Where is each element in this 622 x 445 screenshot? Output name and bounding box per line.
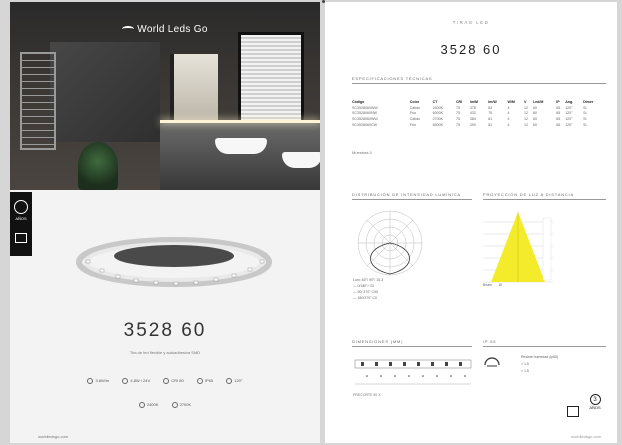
screen-badge-icon bbox=[567, 406, 579, 417]
light-projection-diagram bbox=[483, 212, 553, 283]
table-cell: 60 bbox=[532, 122, 537, 127]
brand-name: World Leds Go bbox=[137, 24, 208, 35]
ip-note: Resiste humedad (ip65) bbox=[521, 355, 559, 359]
side-badges: AÑOS bbox=[10, 192, 32, 256]
cri-icon bbox=[163, 378, 170, 384]
voltage-spec-label: 4,8W / 24V bbox=[130, 378, 151, 384]
angle-spec: 120° bbox=[226, 378, 243, 384]
screen-badge-icon bbox=[15, 233, 27, 243]
beam-label: Beam bbox=[483, 283, 493, 287]
power-icon bbox=[87, 378, 94, 384]
ip-spec: IP65 bbox=[196, 378, 214, 384]
spec-icons-row-1: 3.8W/m 4,8W / 24V CRI 80 IP65 120° bbox=[10, 378, 320, 384]
warranty-label: AÑOS bbox=[589, 405, 601, 410]
temp-spec-1: 2400K bbox=[138, 402, 159, 408]
cri-spec-label: CRI 80 bbox=[171, 378, 184, 384]
table-cell: 65 bbox=[556, 122, 561, 127]
led-glow bbox=[160, 120, 320, 123]
table-cell: SC3528060CW bbox=[352, 122, 377, 127]
cri-spec: CRI 80 bbox=[163, 378, 184, 384]
category-label: TIRAS LED bbox=[452, 20, 490, 25]
table-cell: 6500K bbox=[432, 122, 444, 127]
dimensions-heading: DIMENSIONES (MM) bbox=[352, 339, 472, 347]
power-spec: 3.8W/m bbox=[87, 378, 109, 384]
spec-icons-row-2: 2400K 2700K bbox=[10, 402, 320, 408]
right-page: TIRAS LED 3528 60 ESPECIFICACIONES TÉCNI… bbox=[325, 2, 617, 443]
table-cell: 4 bbox=[507, 122, 510, 127]
right-footer: worldledsgo.com bbox=[570, 434, 601, 439]
table-cell: 120° bbox=[565, 122, 573, 127]
window-blind bbox=[238, 32, 304, 126]
polar-legend: Lum: 60°/ 90°/ 15.3 — 0/180°/ C0 — 90/ 2… bbox=[353, 277, 383, 301]
product-title: 3528 60 bbox=[123, 320, 207, 341]
basin-left bbox=[215, 138, 267, 154]
thermometer-icon bbox=[171, 402, 178, 408]
projection-footer: Beam Ø bbox=[483, 283, 553, 287]
wall-panel bbox=[50, 42, 160, 142]
table-cell: 390 bbox=[469, 122, 476, 127]
ip-note: > 1.5 bbox=[521, 362, 529, 366]
temp-spec-2: 2700K bbox=[171, 402, 192, 408]
specs-table: Código Color CT CRI lm/M lm/W W/M V Led/… bbox=[352, 99, 606, 127]
distribution-heading: DISTRIBUCIÓN DE INTENSIDAD LUMÍNICA bbox=[352, 192, 472, 200]
ip-spec-label: IP65 bbox=[204, 378, 214, 384]
temp-spec-2-label: 2700K bbox=[179, 402, 192, 408]
brand-logo: World Leds Go bbox=[10, 24, 320, 35]
catalog-spread: World Leds Go AÑOS 3528 60 Tira de led f… bbox=[0, 0, 622, 445]
table-cell: 12 bbox=[524, 122, 528, 127]
warranty-badge: 3 AÑOS bbox=[587, 394, 603, 418]
voltage-icon bbox=[122, 378, 129, 384]
temp-spec-1-label: 2400K bbox=[146, 402, 159, 408]
towel-rail bbox=[20, 52, 56, 150]
ip-notes: Resiste humedad (ip65) > 1.5 > 1.5 bbox=[521, 354, 558, 375]
warranty-badge-text: AÑOS bbox=[15, 216, 27, 221]
thermometer-icon bbox=[138, 402, 145, 408]
warranty-badge-icon bbox=[14, 200, 28, 214]
table-cell: Frío bbox=[409, 122, 417, 127]
angle-icon bbox=[226, 378, 233, 384]
product-subtitle: Tira de led flexible y autoadhesiva SMD bbox=[129, 350, 201, 355]
warranty-years: 3 bbox=[589, 394, 601, 405]
ip-note: > 1.5 bbox=[521, 369, 529, 373]
voltage-spec: 4,8W / 24V bbox=[122, 378, 150, 384]
power-spec-label: 3.8W/m bbox=[95, 378, 110, 384]
led-strip-reel bbox=[76, 237, 272, 287]
table-cell: 81 bbox=[488, 122, 493, 127]
angle-spec-label: 120° bbox=[234, 378, 243, 384]
specs-table-body: SC3528060WW Cálido 2400K 75 378 83 4 12 60 65 120°… bbox=[352, 105, 606, 127]
door-panel bbox=[170, 54, 218, 126]
bathroom-photo: World Leds Go bbox=[10, 2, 320, 190]
diameter-label: Ø bbox=[498, 283, 502, 287]
dimensions-footer: PRECORTE 50 X bbox=[353, 393, 381, 397]
dimensions-diagram bbox=[354, 359, 472, 385]
plant bbox=[78, 142, 118, 190]
projection-heading: PROYECCIÓN DE LUZ A DISTANCIA bbox=[483, 192, 606, 200]
legend-line: — 180/270° C0 bbox=[353, 296, 377, 300]
left-footer: worldledsgo.com bbox=[38, 434, 69, 439]
ip-heading: IP 65 bbox=[483, 339, 606, 347]
polar-distribution-diagram bbox=[357, 210, 423, 276]
table-cell: Sí bbox=[583, 122, 587, 127]
basin-right bbox=[282, 152, 320, 168]
ip-icon bbox=[196, 378, 203, 384]
spec-page-title: 3528 60 bbox=[440, 42, 502, 57]
water-resistance-icon bbox=[484, 357, 500, 367]
brand-logo-icon bbox=[122, 26, 135, 32]
table-cell: 75 bbox=[455, 122, 460, 127]
left-page: World Leds Go AÑOS 3528 60 Tira de led f… bbox=[10, 2, 320, 443]
specs-section-heading: ESPECIFICACIONES TÉCNICAS bbox=[352, 76, 606, 84]
table-row: SC3528060CW Frío 6500K 75 390 81 4 12 60 65 120° Sí bbox=[352, 122, 606, 128]
samples-note: Muestras 5 bbox=[352, 150, 372, 155]
